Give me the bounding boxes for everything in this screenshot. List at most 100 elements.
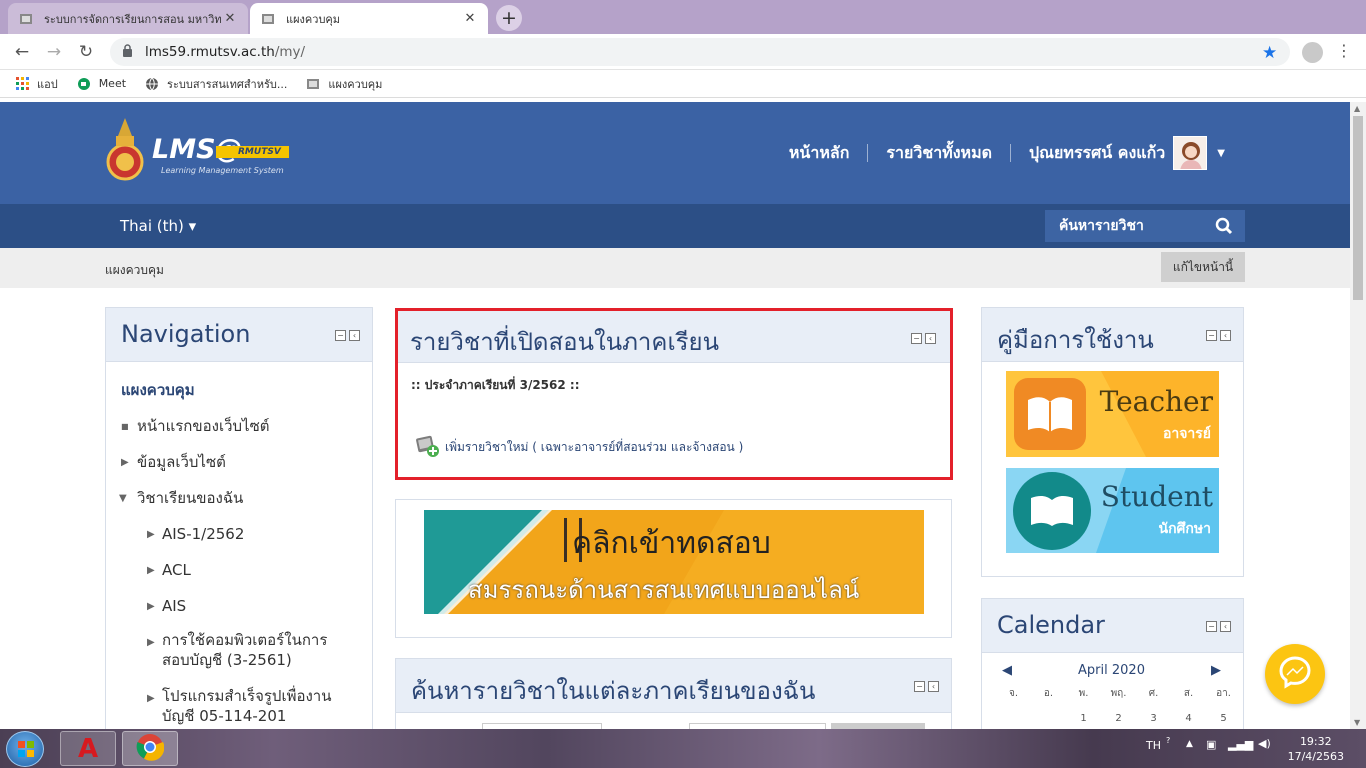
user-menu-name[interactable]: ปุณยทรรศน์ คงแก้ว [1029, 141, 1165, 166]
nav-tree-course-ais-1-2562[interactable]: ▶ AIS-1/2562 [106, 516, 372, 552]
calendar-day[interactable]: 1 [1066, 713, 1101, 724]
dock-icon[interactable]: ‹ [1220, 330, 1231, 341]
user-menu-caret-icon[interactable]: ▼ [1217, 148, 1225, 159]
acrobat-icon: A [77, 733, 99, 764]
calendar-prev-icon[interactable]: ◀ [1002, 663, 1012, 678]
calendar-day[interactable]: 4 [1171, 713, 1206, 724]
nav-tree-course-accounting-software[interactable]: ▶ โปรแกรมสำเร็จรูปเพื่องาน บัญชี 05-114-20… [106, 680, 372, 729]
expand-right-icon: ▶ [147, 600, 155, 612]
calendar-day[interactable]: 5 [1206, 713, 1241, 724]
reload-icon[interactable]: ↻ [74, 40, 98, 64]
manual-block-title: คู่มือการใช้งาน [997, 326, 1154, 354]
calendar-day[interactable]: 2 [1101, 713, 1136, 724]
nav-all-courses-link[interactable]: รายวิชาทั้งหมด [886, 141, 992, 166]
exam-banner-block: คลิกเข้าทดสอบ สมรรถนะด้านสารสนเทศแบบออนไ… [395, 499, 952, 638]
collapse-icon[interactable]: − [1206, 621, 1217, 632]
nav-tree-label-line1: โปรแกรมสำเร็จรูปเพื่องาน [162, 687, 332, 705]
nav-home-link[interactable]: หน้าหลัก [789, 141, 850, 166]
tab-close-icon[interactable]: ✕ [462, 11, 478, 26]
profile-avatar[interactable] [1302, 42, 1323, 63]
student-manual-link[interactable]: Student นักศึกษา [1006, 468, 1219, 553]
nav-tree-course-ais[interactable]: ▶ AIS [106, 588, 372, 624]
nav-tree-site-home[interactable]: ■ หน้าแรกของเว็บไซต์ [106, 408, 372, 444]
bookmark-meet[interactable]: Meet [76, 76, 126, 92]
calendar-block-header: Calendar − ‹ [982, 599, 1243, 653]
navigation-tree: แผงควบคุม ■ หน้าแรกของเว็บไซต์ ▶ ข้อมูลเว็… [106, 362, 372, 729]
back-arrow-icon[interactable]: ← [10, 40, 34, 64]
usb-device-icon[interactable]: ▣ [1206, 738, 1216, 751]
tab-close-icon[interactable]: ✕ [222, 11, 238, 26]
taskbar-app-chrome[interactable] [122, 731, 178, 766]
collapse-icon[interactable]: − [911, 333, 922, 344]
collapse-icon[interactable]: − [1206, 330, 1217, 341]
edit-page-button[interactable]: แก้ไขหน้านี้ [1161, 252, 1245, 282]
weekday-label: อ. [1043, 688, 1054, 699]
menu-kebab-icon[interactable]: ⋮ [1336, 41, 1352, 60]
weekday-label: ส. [1183, 688, 1194, 699]
nav-tree-label-line1: การใช้คอมพิวเตอร์ในการ [162, 631, 328, 649]
user-avatar[interactable] [1173, 136, 1208, 170]
clock-date: 17/4/2563 [1287, 750, 1344, 763]
search-icon[interactable] [1215, 217, 1233, 239]
nav-tree-site-info[interactable]: ▶ ข้อมูลเว็บไซต์ [106, 444, 372, 480]
messenger-chat-button[interactable] [1265, 644, 1325, 704]
dock-icon[interactable]: ‹ [1220, 621, 1231, 632]
breadcrumb: แผงควบคุม แก้ไขหน้านี้ [0, 248, 1350, 288]
dock-icon[interactable]: ‹ [928, 681, 939, 692]
collapse-icon[interactable]: − [914, 681, 925, 692]
dock-icon[interactable]: ‹ [925, 333, 936, 344]
clock-time: 19:32 [1299, 735, 1332, 748]
expand-right-icon: ▶ [147, 564, 155, 576]
calendar-day [996, 713, 1031, 724]
forward-arrow-icon[interactable]: → [42, 40, 66, 64]
scroll-down-icon[interactable]: ▼ [1354, 718, 1360, 727]
lock-icon [122, 43, 136, 61]
scroll-up-icon[interactable]: ▲ [1354, 104, 1360, 113]
start-button[interactable] [6, 731, 44, 767]
calendar-next-icon[interactable]: ▶ [1211, 663, 1221, 678]
nav-tree-course-acl[interactable]: ▶ ACL [106, 552, 372, 588]
nav-tree-dashboard[interactable]: แผงควบคุม [106, 372, 372, 408]
address-bar[interactable]: lms59.rmutsv.ac.th/my/ [110, 38, 1290, 66]
top-navigation: หน้าหลัก รายวิชาทั้งหมด ปุณยทรรศน์ คงแก้… [789, 136, 1225, 170]
dock-icon[interactable]: ‹ [349, 330, 360, 341]
language-menu[interactable]: Thai (th) ▾ [120, 217, 196, 235]
browser-tab-dashboard[interactable]: แผงควบคุม ✕ [250, 3, 488, 34]
nav-tree-my-courses[interactable]: ▼ วิชาเรียนของฉัน [106, 480, 372, 516]
volume-icon[interactable]: ◀) [1258, 737, 1271, 750]
bookmark-apps[interactable]: แอป [14, 75, 58, 93]
add-course-link[interactable]: เพิ่มรายวิชาใหม่ ( เฉพาะอาจารย์ที่สอนร่ว… [415, 434, 743, 461]
page-scrollbar[interactable]: ▲ ▼ [1350, 102, 1366, 729]
show-hidden-icons-icon[interactable]: ▲ [1186, 739, 1193, 749]
collapse-icon[interactable]: − [335, 330, 346, 341]
exam-banner[interactable]: คลิกเข้าทดสอบ สมรรถนะด้านสารสนเทศแบบออนไ… [424, 510, 924, 614]
teacher-manual-link[interactable]: Teacher อาจารย์ [1006, 371, 1219, 457]
bookmark-star-icon[interactable]: ★ [1262, 43, 1277, 63]
browser-tab-university[interactable]: ระบบการจัดการเรียนการสอน มหาวิทย ✕ [8, 3, 248, 34]
bookmark-dashboard[interactable]: แผงควบคุม [305, 75, 382, 93]
expand-right-icon: ▶ [121, 456, 129, 468]
bookmark-info-system[interactable]: ระบบสารสนเทศสำหรับ... [144, 75, 287, 93]
block-controls: − ‹ [1206, 330, 1231, 341]
site-logo[interactable]: LMS@ RMUTSV Learning Management System [106, 116, 290, 188]
course-search-box[interactable]: ค้นหารายวิชา [1045, 210, 1245, 242]
navigation-block-title: Navigation [121, 320, 251, 348]
calendar-weekday-row: จ. อ. พ. พฤ. ศ. ส. อา. [982, 686, 1243, 701]
url-path: /my/ [274, 44, 306, 60]
semester-search-header: ค้นหารายวิชาในแต่ละภาคเรียนของฉัน − ‹ [396, 659, 951, 713]
calendar-day[interactable]: 3 [1136, 713, 1171, 724]
nav-tree-course-computer-audit[interactable]: ▶ การใช้คอมพิวเตอร์ในการ สอบบัญชี (3-2561) [106, 624, 372, 680]
input-language[interactable]: TH [1146, 739, 1161, 752]
taskbar-app-acrobat[interactable]: A [60, 731, 116, 766]
student-label-en: Student [1100, 480, 1213, 513]
page-viewport: LMS@ RMUTSV Learning Management System ห… [0, 102, 1350, 729]
breadcrumb-dashboard[interactable]: แผงควบคุม [105, 261, 164, 280]
semester-search-title: ค้นหารายวิชาในแต่ละภาคเรียนของฉัน [411, 677, 816, 705]
language-options-icon[interactable]: ? [1166, 736, 1170, 745]
calendar-month: April 2020 [1078, 663, 1145, 678]
block-controls: − ‹ [911, 333, 936, 344]
scrollbar-thumb[interactable] [1353, 116, 1363, 300]
new-tab-button[interactable]: + [496, 5, 522, 31]
system-clock[interactable]: 19:32 17/4/2563 [1288, 734, 1344, 764]
network-signal-icon[interactable]: ▂▄▆ [1228, 738, 1253, 751]
